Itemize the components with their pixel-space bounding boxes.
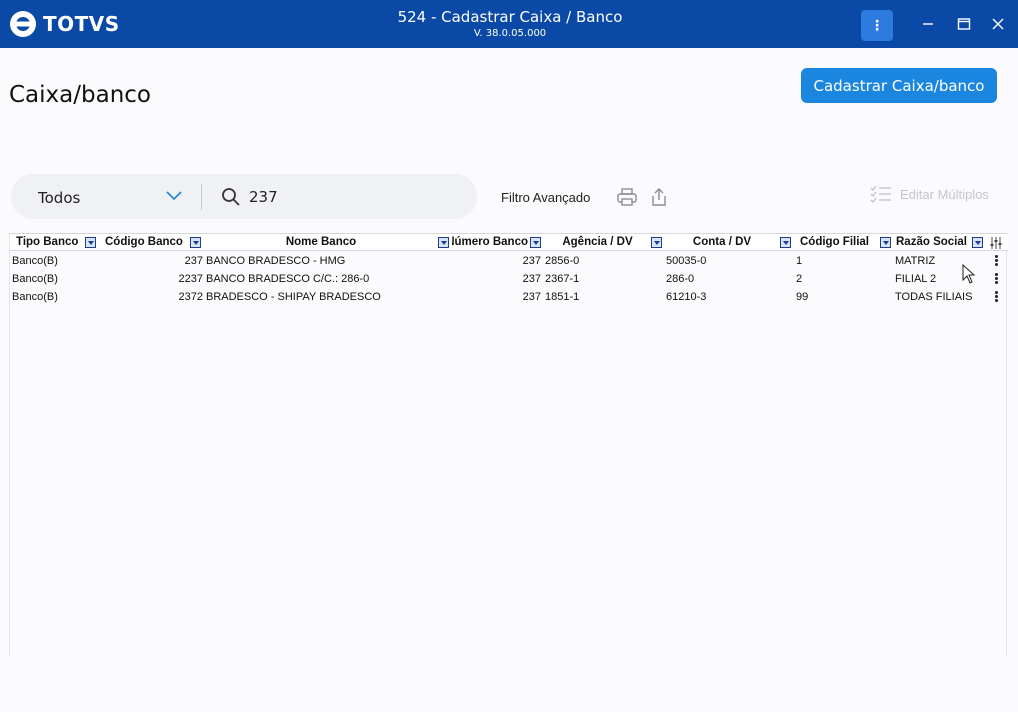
edit-multiple-button[interactable]: Editar Múltiplos [870,185,989,203]
table-row[interactable]: Banco(B) 2372 BRADESCO - SHIPAY BRADESCO… [10,288,1008,306]
cell-codigo-filial: 2 [796,273,803,285]
cell-conta: 50035-0 [666,255,707,267]
close-button[interactable] [988,14,1008,34]
column-header-agencia[interactable]: Agência / DV [545,234,650,251]
cell-agencia: 2367-1 [545,273,580,285]
more-options-button[interactable]: ⋮ [861,10,893,41]
filter-icon[interactable] [530,237,541,248]
column-header-codigo-banco[interactable]: Código Banco [105,234,187,251]
column-settings-icon[interactable] [990,237,1002,249]
export-icon[interactable] [650,187,668,207]
filter-icon[interactable] [780,237,791,248]
logo-text: TOTVS [43,12,120,36]
cell-tipo-banco: Banco(B) [12,273,58,285]
main-content: Caixa/banco Cadastrar Caixa/banco Todos … [0,48,1018,712]
filter-icon[interactable] [651,237,662,248]
print-icon[interactable] [617,188,637,206]
table-row[interactable]: Banco(B) 2237 BANCO BRADESCO C/C.: 286-0… [10,270,1008,288]
filter-icon[interactable] [438,237,449,248]
mouse-cursor-icon [962,264,976,284]
cell-nome-banco: BANCO BRADESCO - HMG [206,255,346,267]
cell-codigo-banco: 2372 [178,291,203,303]
edit-multiple-label: Editar Múltiplos [900,186,989,202]
cell-conta: 61210-3 [666,291,707,303]
cell-razao-social: TODAS FILIAIS [895,291,973,303]
grid-header: Tipo Banco Código Banco Nome Banco Númer… [10,233,1008,251]
column-header-nome-banco[interactable]: Nome Banco [206,234,436,251]
minimize-icon [923,23,933,25]
app-logo: TOTVS [9,10,120,38]
filter-icon[interactable] [85,237,96,248]
filter-icon[interactable] [190,237,201,248]
edit-multiple-icon [870,185,891,203]
search-input[interactable] [249,185,469,209]
column-header-conta[interactable]: Conta / DV [666,234,778,251]
column-header-numero-banco[interactable]: Número Banco [452,234,528,251]
maximize-button[interactable] [954,14,974,34]
minimize-button[interactable] [918,14,938,34]
cell-codigo-banco: 2237 [178,273,203,285]
cell-numero-banco: 237 [522,273,541,285]
window-title: 524 - Cadastrar Caixa / Banco V. 38.0.05… [260,8,760,39]
cell-agencia: 1851-1 [545,291,580,303]
cell-numero-banco: 237 [522,255,541,267]
data-grid: Tipo Banco Código Banco Nome Banco Númer… [9,233,1008,657]
type-select[interactable]: Todos [11,174,201,219]
cell-tipo-banco: Banco(B) [12,255,58,267]
column-header-razao-social[interactable]: Razão Social [896,234,972,251]
row-actions-icon[interactable] [993,291,999,303]
cell-conta: 286-0 [666,273,695,285]
kebab-icon: ⋮ [870,17,884,33]
cell-codigo-filial: 99 [796,291,809,303]
filter-icon[interactable] [880,237,891,248]
cell-tipo-banco: Banco(B) [12,291,58,303]
filter-bar: Todos [11,174,477,219]
maximize-icon [957,18,971,30]
cell-codigo-filial: 1 [796,255,803,267]
title-bar: TOTVS 524 - Cadastrar Caixa / Banco V. 3… [0,0,1018,48]
register-bank-button[interactable]: Cadastrar Caixa/banco [801,68,997,103]
version-text: V. 38.0.05.000 [473,28,547,39]
column-header-tipo-banco[interactable]: Tipo Banco [16,234,86,251]
filter-icon[interactable] [972,237,983,248]
window-title-text: 524 - Cadastrar Caixa / Banco [397,8,623,26]
close-icon [992,18,1004,30]
cell-numero-banco: 237 [522,291,541,303]
row-actions-icon[interactable] [993,255,999,267]
cell-nome-banco: BRADESCO - SHIPAY BRADESCO [206,291,381,303]
divider [201,184,202,210]
type-select-value: Todos [38,189,81,207]
row-actions-icon[interactable] [993,273,999,285]
advanced-filter-link[interactable]: Filtro Avançado [501,190,590,205]
totvs-logo-icon [10,11,36,37]
cell-codigo-banco: 237 [184,255,203,267]
search-icon [222,188,240,206]
table-row[interactable]: Banco(B) 237 BANCO BRADESCO - HMG 237 28… [10,252,1008,270]
column-header-codigo-filial[interactable]: Código Filial [800,234,880,251]
cell-nome-banco: BANCO BRADESCO C/C.: 286-0 [206,273,370,285]
page-title: Caixa/banco [9,82,151,108]
chevron-down-icon [166,191,182,201]
cell-agencia: 2856-0 [545,255,580,267]
